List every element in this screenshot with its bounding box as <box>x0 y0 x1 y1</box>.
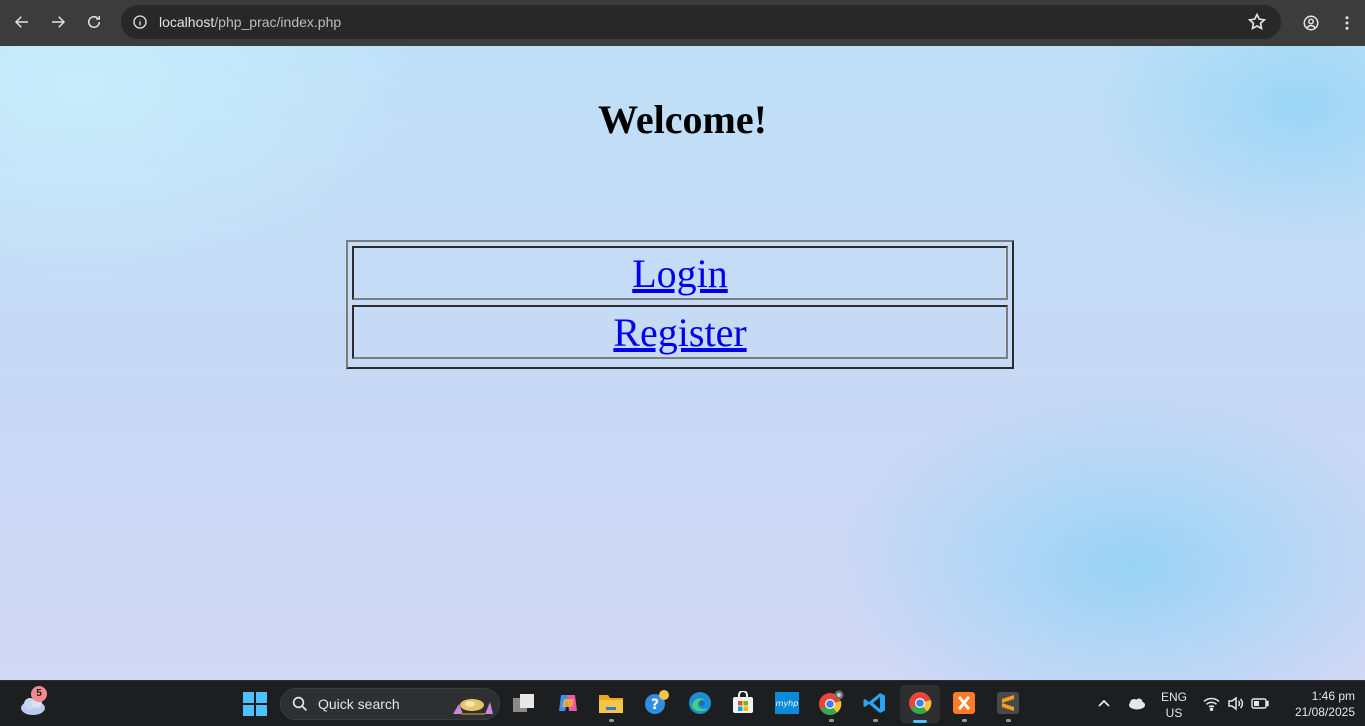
language-indicator[interactable]: ENG US <box>1158 689 1190 721</box>
chrome-dev-button[interactable] <box>818 690 844 716</box>
site-info-button[interactable] <box>123 5 157 39</box>
file-explorer-icon <box>599 695 623 713</box>
task-view-icon <box>513 694 534 712</box>
page-viewport: Welcome! Login Register <box>0 46 1365 680</box>
bookmark-button[interactable] <box>1247 12 1267 32</box>
wifi-icon[interactable] <box>1203 696 1220 711</box>
search-highlight-icon <box>453 699 493 715</box>
copilot-button[interactable] <box>555 690 581 716</box>
forward-button[interactable] <box>40 4 76 40</box>
chrome-icon <box>909 692 932 714</box>
kebab-menu-icon <box>1345 16 1349 30</box>
file-explorer-button[interactable] <box>598 690 624 716</box>
address-bar[interactable]: localhost/php_prac/index.php <box>121 5 1281 39</box>
xampp-icon <box>953 692 975 714</box>
windows-logo-tile <box>243 692 254 703</box>
svg-text:?: ? <box>651 697 659 713</box>
profile-icon <box>1303 15 1319 31</box>
language-region: US <box>1165 706 1183 720</box>
edge-icon <box>689 692 711 714</box>
url-host: localhost <box>159 14 215 30</box>
chrome-button[interactable] <box>907 690 933 716</box>
browser-menu-button[interactable] <box>1329 5 1365 41</box>
reload-button[interactable] <box>76 4 112 40</box>
info-icon <box>133 15 147 29</box>
arrow-right-icon <box>52 16 66 28</box>
language-code: ENG <box>1160 690 1187 704</box>
running-indicator <box>873 719 878 722</box>
search-placeholder: Quick search <box>318 696 400 712</box>
battery-icon[interactable] <box>1251 697 1269 710</box>
browser-toolbar: localhost/php_prac/index.php <box>0 0 1365 46</box>
clock-time: 1:46 pm <box>1311 689 1355 703</box>
windows-logo-tile <box>256 692 267 703</box>
ms-store-button[interactable] <box>730 690 756 716</box>
running-indicator <box>609 719 614 722</box>
back-button[interactable] <box>4 4 40 40</box>
reload-icon <box>88 16 100 28</box>
get-help-icon: ? <box>645 690 669 714</box>
start-button[interactable] <box>243 692 267 716</box>
chevron-up-icon[interactable] <box>1097 696 1111 710</box>
onedrive-icon[interactable] <box>1126 696 1146 710</box>
running-indicator <box>962 719 967 722</box>
get-help-button[interactable]: ? <box>643 690 669 716</box>
sublime-text-icon <box>997 692 1019 714</box>
ms-store-icon <box>733 691 753 713</box>
svg-text:myhp: myhp <box>776 699 799 708</box>
clock[interactable]: 1:46 pm 21/08/2025 <box>1279 688 1355 720</box>
active-indicator <box>913 720 927 723</box>
register-cell: Register <box>352 305 1008 359</box>
arrow-left-icon <box>14 16 28 28</box>
menu-table: Login Register <box>346 240 1014 369</box>
sublime-text-button[interactable] <box>995 690 1021 716</box>
login-link[interactable]: Login <box>632 250 728 297</box>
copilot-icon <box>559 695 577 711</box>
task-view-button[interactable] <box>511 690 537 716</box>
search-icon <box>292 696 307 711</box>
profile-button[interactable] <box>1293 5 1329 41</box>
chrome-dev-icon <box>819 690 844 715</box>
taskbar-search[interactable]: Quick search <box>280 688 500 720</box>
myhp-icon: myhp <box>775 692 799 714</box>
page-title: Welcome! <box>598 97 767 142</box>
star-icon <box>1247 12 1267 30</box>
vscode-icon <box>863 693 885 713</box>
running-indicator <box>829 719 834 722</box>
taskbar: 5 Quick search ? myhp ENG US 1:46 pm 21/… <box>0 680 1365 726</box>
volume-icon[interactable] <box>1227 696 1244 711</box>
register-link[interactable]: Register <box>613 309 746 356</box>
windows-logo-tile <box>256 705 267 716</box>
vscode-button[interactable] <box>862 690 888 716</box>
login-cell: Login <box>352 246 1008 300</box>
url-text[interactable]: localhost/php_prac/index.php <box>159 14 341 30</box>
myhp-button[interactable]: myhp <box>774 690 800 716</box>
edge-button[interactable] <box>687 690 713 716</box>
browser-actions <box>1293 0 1365 46</box>
xampp-button[interactable] <box>951 690 977 716</box>
clock-date: 21/08/2025 <box>1294 705 1355 719</box>
windows-logo-tile <box>243 705 254 716</box>
running-indicator <box>1006 719 1011 722</box>
url-path: /php_prac/index.php <box>214 14 342 30</box>
weather-badge: 5 <box>31 686 47 702</box>
